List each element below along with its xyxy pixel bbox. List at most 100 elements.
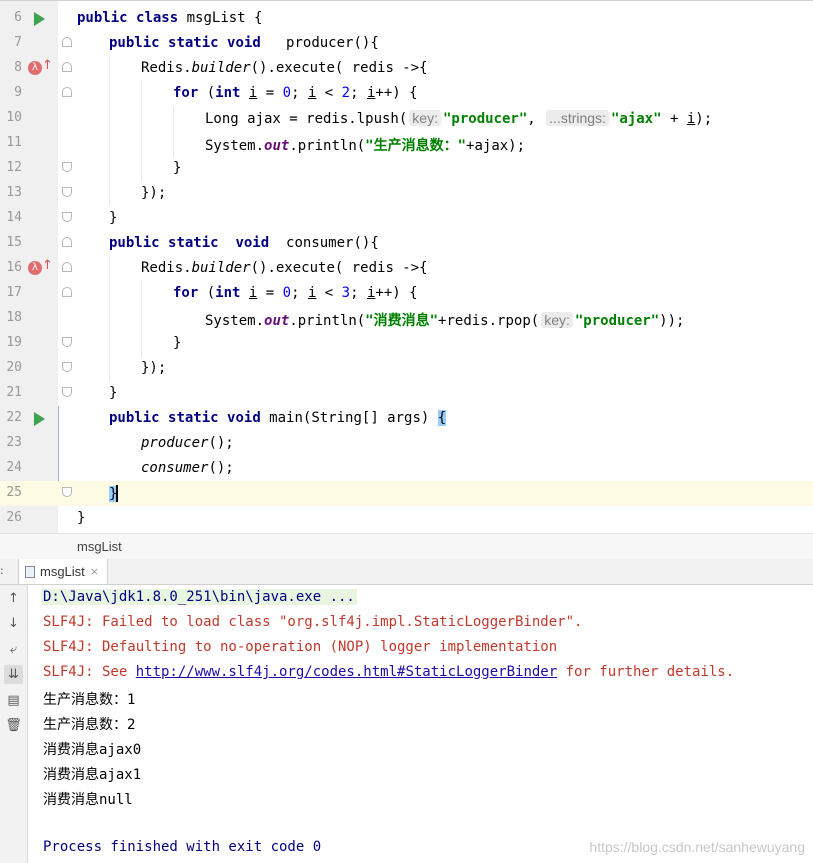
print-icon[interactable]: ▤ bbox=[4, 691, 23, 710]
console-exit-line: Process finished with exit code 0 bbox=[43, 839, 322, 855]
line-number: 7 bbox=[14, 35, 22, 50]
fold-toggle-icon[interactable] bbox=[62, 212, 72, 222]
line-number: 18 bbox=[6, 310, 22, 325]
code-line: 14 } bbox=[0, 206, 813, 231]
param-hint: key: bbox=[409, 110, 441, 126]
line-number: 19 bbox=[6, 335, 22, 350]
run-tab-label: msgList bbox=[40, 564, 85, 579]
code-text: public static void consumer(){ bbox=[109, 235, 379, 251]
matched-brace: { bbox=[437, 410, 447, 426]
console-line: 消费消息ajax1 bbox=[43, 767, 142, 783]
code-text: } bbox=[109, 385, 118, 401]
code-text: }); bbox=[141, 185, 167, 201]
line-number: 11 bbox=[6, 135, 22, 150]
code-line: 8 λ ↑ Redis.builder().execute( redis ->{ bbox=[0, 56, 813, 81]
fold-toggle-icon[interactable] bbox=[62, 387, 72, 397]
console-toolbar: ↑ ↓ ⤶ ⇊ ▤ 🗑 bbox=[0, 585, 28, 863]
fold-toggle-icon[interactable] bbox=[62, 62, 72, 72]
code-line: 16 λ ↑ Redis.builder().execute( redis ->… bbox=[0, 256, 813, 281]
fold-toggle-icon[interactable] bbox=[62, 262, 72, 272]
line-number: 23 bbox=[6, 435, 22, 450]
scroll-to-end-icon[interactable]: ⇊ bbox=[4, 665, 23, 684]
code-line: 26 } bbox=[0, 506, 813, 531]
run-label-icon: : bbox=[0, 564, 4, 577]
code-text: } bbox=[109, 210, 118, 226]
line-number: 16 bbox=[6, 260, 22, 275]
code-text: public static void main(String[] args) { bbox=[109, 410, 447, 426]
code-line: 22 public static void main(String[] args… bbox=[0, 406, 813, 431]
line-number: 14 bbox=[6, 210, 22, 225]
run-toolwindow-header: : msgList × bbox=[0, 559, 813, 585]
run-main-icon[interactable] bbox=[34, 412, 45, 426]
lambda-up-arrow-icon: ↑ bbox=[42, 58, 53, 73]
console-line: 生产消息数：2 bbox=[43, 717, 136, 733]
fold-toggle-icon[interactable] bbox=[62, 487, 72, 497]
line-number: 8 bbox=[14, 60, 22, 75]
param-hint: key: bbox=[541, 312, 573, 328]
code-line: 13 }); bbox=[0, 181, 813, 206]
fold-toggle-icon[interactable] bbox=[62, 287, 72, 297]
console-command-line[interactable]: D:\Java\jdk1.8.0_251\bin\java.exe ... bbox=[41, 589, 357, 605]
line-number: 6 bbox=[14, 10, 22, 25]
code-text: Redis.builder().execute( redis ->{ bbox=[141, 60, 428, 76]
console-icon bbox=[25, 565, 35, 578]
fold-toggle-icon[interactable] bbox=[62, 337, 72, 347]
fold-toggle-icon[interactable] bbox=[62, 37, 72, 47]
code-text: producer(); bbox=[141, 435, 234, 451]
line-number: 26 bbox=[6, 510, 22, 525]
line-number: 21 bbox=[6, 385, 22, 400]
code-line: 17 for (int i = 0; i < 3; i++) { bbox=[0, 281, 813, 306]
code-line: 24 consumer(); bbox=[0, 456, 813, 481]
console-link[interactable]: http://www.slf4j.org/codes.html#StaticLo… bbox=[136, 664, 557, 680]
line-number: 17 bbox=[6, 285, 22, 300]
code-line: 9 for (int i = 0; i < 2; i++) { bbox=[0, 81, 813, 106]
console-line: 消费消息null bbox=[43, 792, 133, 808]
down-arrow-icon[interactable]: ↓ bbox=[4, 614, 23, 633]
code-line: 19 } bbox=[0, 331, 813, 356]
code-line: 20 }); bbox=[0, 356, 813, 381]
code-text: for (int i = 0; i < 2; i++) { bbox=[173, 85, 418, 101]
watermark: https://blog.csdn.net/sanhewuyang bbox=[589, 839, 805, 855]
code-line: 15 public static void consumer(){ bbox=[0, 231, 813, 256]
console-line: SLF4J: Failed to load class "org.slf4j.i… bbox=[43, 614, 583, 630]
code-line: 7 public static void producer(){ bbox=[0, 31, 813, 56]
console-line: 消费消息ajax0 bbox=[43, 742, 142, 758]
fold-toggle-icon[interactable] bbox=[62, 187, 72, 197]
code-line: 11 System.out.println("生产消息数："+ajax); bbox=[0, 131, 813, 156]
code-line: 18 System.out.println("消费消息"+redis.rpop(… bbox=[0, 306, 813, 331]
console-line: SLF4J: See http://www.slf4j.org/codes.ht… bbox=[43, 664, 735, 680]
breadcrumb-item[interactable]: msgList bbox=[77, 539, 122, 554]
line-number: 13 bbox=[6, 185, 22, 200]
fold-toggle-icon[interactable] bbox=[62, 362, 72, 372]
trash-icon[interactable]: 🗑 bbox=[4, 716, 23, 735]
lambda-up-arrow-icon: ↑ bbox=[42, 258, 53, 273]
code-line-current: 25 } bbox=[0, 481, 813, 506]
line-number: 12 bbox=[6, 160, 22, 175]
code-text: System.out.println("消费消息"+redis.rpop(key… bbox=[205, 312, 685, 329]
code-text: Long ajax = redis.lpush(key: "producer", … bbox=[205, 110, 713, 127]
line-number: 10 bbox=[6, 110, 22, 125]
param-hint: ...strings: bbox=[546, 110, 609, 126]
console-line: SLF4J: Defaulting to no-operation (NOP) … bbox=[43, 639, 558, 655]
run-tab[interactable]: msgList × bbox=[18, 559, 109, 584]
code-text: }); bbox=[141, 360, 167, 376]
line-number: 9 bbox=[14, 85, 22, 100]
code-text: consumer(); bbox=[141, 460, 234, 476]
lambda-icon[interactable]: λ bbox=[28, 261, 42, 275]
console-panel[interactable]: ↑ ↓ ⤶ ⇊ ▤ 🗑 D:\Java\jdk1.8.0_251\bin\jav… bbox=[0, 585, 813, 863]
close-tab-icon[interactable]: × bbox=[90, 565, 99, 578]
code-editor[interactable]: 6 public class msgList { 7 public static… bbox=[0, 0, 813, 534]
fold-toggle-icon[interactable] bbox=[62, 87, 72, 97]
lambda-icon[interactable]: λ bbox=[28, 61, 42, 75]
console-line: 生产消息数：1 bbox=[43, 692, 136, 708]
code-line: 12 } bbox=[0, 156, 813, 181]
soft-wrap-icon[interactable]: ⤶ bbox=[4, 640, 23, 659]
line-number: 25 bbox=[6, 485, 22, 500]
up-arrow-icon[interactable]: ↑ bbox=[4, 589, 23, 608]
code-text: public class msgList { bbox=[77, 10, 263, 26]
fold-toggle-icon[interactable] bbox=[62, 237, 72, 247]
text-caret bbox=[116, 485, 119, 502]
run-class-icon[interactable] bbox=[34, 12, 45, 26]
code-line: 10 Long ajax = redis.lpush(key: "producer… bbox=[0, 106, 813, 131]
fold-toggle-icon[interactable] bbox=[62, 162, 72, 172]
